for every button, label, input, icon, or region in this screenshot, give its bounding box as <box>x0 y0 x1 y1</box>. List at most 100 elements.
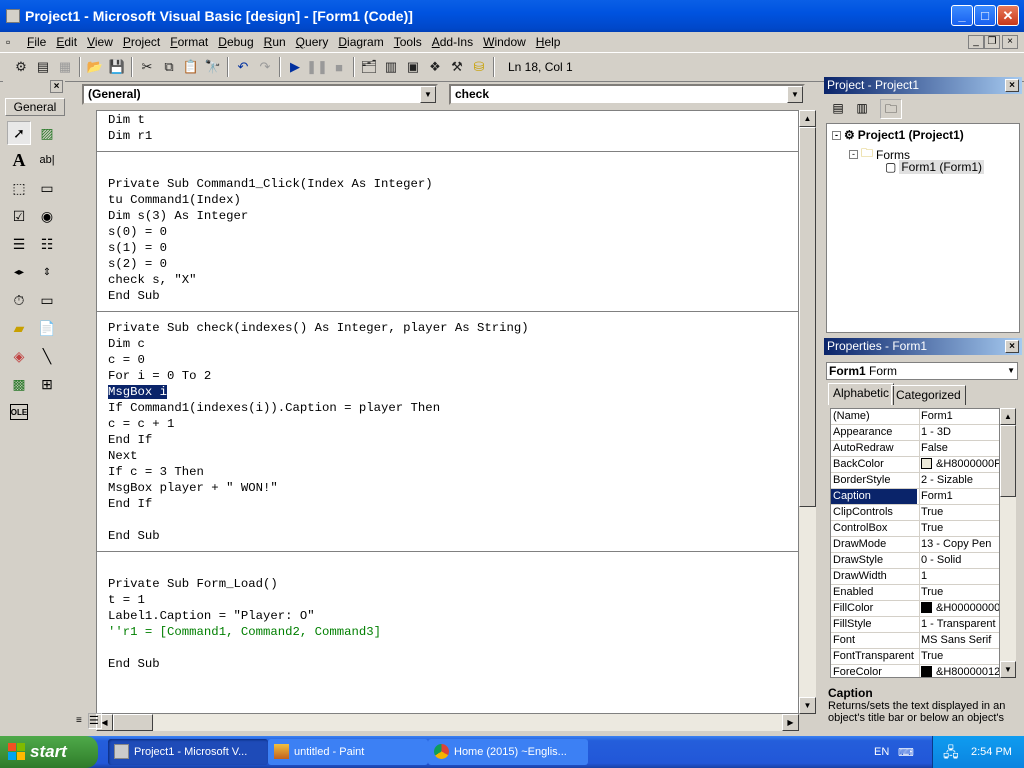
properties-close-button[interactable]: × <box>1005 340 1019 353</box>
commandbutton-tool-icon[interactable]: ▭ <box>35 176 59 200</box>
vscrollbar-tool-icon[interactable]: ⇕ <box>35 260 59 284</box>
toolbox-close-button[interactable]: × <box>50 80 63 93</box>
code-line[interactable]: s(0) = 0 <box>108 224 167 240</box>
code-line[interactable]: c = c + 1 <box>108 416 174 432</box>
start-icon[interactable]: ▶ <box>284 56 306 78</box>
collapse-icon[interactable]: - <box>832 130 841 140</box>
maximize-button[interactable]: □ <box>974 5 996 26</box>
paste-icon[interactable]: 📋 <box>180 56 202 78</box>
view-code-icon[interactable]: ▤ <box>828 101 848 119</box>
taskbar-item-chrome[interactable]: Home (2015) ~Englis... <box>428 739 588 765</box>
property-row[interactable]: ControlBox True <box>831 521 999 537</box>
vertical-scrollbar[interactable]: ▲ ▼ <box>799 110 816 714</box>
menu-view[interactable]: View <box>82 35 118 49</box>
property-row[interactable]: ClipControls True <box>831 505 999 521</box>
chevron-down-icon[interactable]: ▼ <box>1007 363 1015 379</box>
menu-window[interactable]: Window <box>478 35 531 49</box>
property-row[interactable]: DrawStyle 0 - Solid <box>831 553 999 569</box>
scroll-down-icon[interactable]: ▼ <box>1000 661 1016 678</box>
start-button[interactable]: start <box>0 736 98 768</box>
collapse-icon[interactable]: - <box>849 150 858 159</box>
add-project-icon[interactable]: ⚙ <box>10 56 32 78</box>
property-value[interactable]: Form1 <box>919 409 999 424</box>
property-value[interactable]: 1 - 3D <box>919 425 999 440</box>
property-row[interactable]: Appearance 1 - 3D <box>831 425 999 441</box>
menu-diagram[interactable]: Diagram <box>333 35 388 49</box>
code-line[interactable]: MsgBox player + " WON!" <box>108 480 278 496</box>
picturebox-tool-icon[interactable]: ▨ <box>35 121 59 145</box>
copy-icon[interactable]: ⧉ <box>158 56 180 78</box>
scroll-thumb[interactable] <box>1000 425 1016 497</box>
tree-node-form1[interactable]: ▢ Form1 (Form1) <box>885 160 985 174</box>
find-icon[interactable]: 🔭 <box>202 56 224 78</box>
undo-icon[interactable]: ↶ <box>232 56 254 78</box>
property-value[interactable]: True <box>919 521 999 536</box>
property-row[interactable]: Font MS Sans Serif <box>831 633 999 649</box>
object-combo[interactable]: (General) ▼ <box>82 84 438 105</box>
end-icon[interactable]: ■ <box>328 56 350 78</box>
document-icon[interactable]: ▫ <box>0 35 22 49</box>
property-value[interactable]: &H8000000F& <box>919 457 999 472</box>
scroll-down-icon[interactable]: ▼ <box>799 697 816 714</box>
project-explorer-close-button[interactable]: × <box>1005 79 1019 92</box>
code-line[interactable]: Dim s(3) As Integer <box>108 208 248 224</box>
mdi-restore-button[interactable]: ❐ <box>984 35 1000 49</box>
clock[interactable]: 2:54 PM <box>971 746 1012 758</box>
hscrollbar-tool-icon[interactable]: ◂▸ <box>7 260 31 284</box>
scroll-up-icon[interactable]: ▲ <box>799 110 816 127</box>
optionbutton-tool-icon[interactable]: ◉ <box>35 204 59 228</box>
properties-scrollbar[interactable]: ▲ ▼ <box>1000 408 1016 678</box>
property-row[interactable]: (Name) Form1 <box>831 409 999 425</box>
full-module-view-icon[interactable]: ☰ <box>88 713 102 729</box>
code-line[interactable]: End Sub <box>108 656 160 672</box>
property-row[interactable]: DrawWidth 1 <box>831 569 999 585</box>
code-line[interactable]: check s, "X" <box>108 272 197 288</box>
code-line[interactable]: End Sub <box>108 528 160 544</box>
menu-addins[interactable]: Add-Ins <box>427 35 478 49</box>
code-line[interactable]: c = 0 <box>108 352 145 368</box>
code-line[interactable]: If Command1(indexes(i)).Caption = player… <box>108 400 440 416</box>
code-margin[interactable] <box>70 110 96 714</box>
menu-editor-icon[interactable]: ▦ <box>54 56 76 78</box>
add-form-icon[interactable]: ▤ <box>32 56 54 78</box>
scroll-thumb[interactable] <box>799 127 816 507</box>
code-line[interactable]: t = 1 <box>108 592 145 608</box>
pointer-tool-icon[interactable]: ➚ <box>7 121 31 145</box>
property-value[interactable]: False <box>919 441 999 456</box>
menu-tools[interactable]: Tools <box>389 35 427 49</box>
property-value[interactable]: True <box>919 505 999 520</box>
mdi-minimize-button[interactable]: _ <box>968 35 984 49</box>
menu-run[interactable]: Run <box>259 35 291 49</box>
redo-icon[interactable]: ↷ <box>254 56 276 78</box>
menu-query[interactable]: Query <box>291 35 334 49</box>
line-tool-icon[interactable]: ╲ <box>35 344 59 368</box>
listbox-tool-icon[interactable]: ☷ <box>35 232 59 256</box>
code-line[interactable]: Private Sub Form_Load() <box>108 576 278 592</box>
property-value[interactable]: MS Sans Serif <box>919 633 999 648</box>
property-row[interactable]: AutoRedraw False <box>831 441 999 457</box>
property-row[interactable]: BackColor&H8000000F& <box>831 457 999 473</box>
hscroll-thumb[interactable] <box>113 714 153 731</box>
property-value[interactable]: True <box>919 585 999 600</box>
code-line[interactable]: tu Command1(Index) <box>108 192 241 208</box>
code-line[interactable]: End Sub <box>108 288 160 304</box>
property-row[interactable]: BorderStyle 2 - Sizable <box>831 473 999 489</box>
menu-debug[interactable]: Debug <box>213 35 258 49</box>
shape-tool-icon[interactable]: ◈ <box>7 344 31 368</box>
code-line[interactable]: If c = 3 Then <box>108 464 204 480</box>
property-row[interactable]: DrawMode 13 - Copy Pen <box>831 537 999 553</box>
tab-alphabetic[interactable]: Alphabetic <box>828 383 895 405</box>
menu-edit[interactable]: Edit <box>51 35 82 49</box>
property-value[interactable]: 1 <box>919 569 999 584</box>
toolbox-icon[interactable]: ⚒ <box>446 56 468 78</box>
menu-file[interactable]: File <box>22 35 51 49</box>
object-selector-combo[interactable]: Form1 Form ▼ <box>826 362 1018 380</box>
timer-tool-icon[interactable]: ⏱ <box>7 288 31 312</box>
property-value[interactable]: 2 - Sizable <box>919 473 999 488</box>
tab-categorized[interactable]: Categorized <box>891 385 966 405</box>
code-line[interactable]: End If <box>108 432 152 448</box>
procedure-combo[interactable]: check ▼ <box>449 84 805 105</box>
frame-tool-icon[interactable]: ⬚ <box>7 176 31 200</box>
code-editor[interactable]: Dim t Dim r1 Private Sub Command1_Click(In… <box>96 110 799 714</box>
textbox-tool-icon[interactable]: ab| <box>35 148 59 172</box>
